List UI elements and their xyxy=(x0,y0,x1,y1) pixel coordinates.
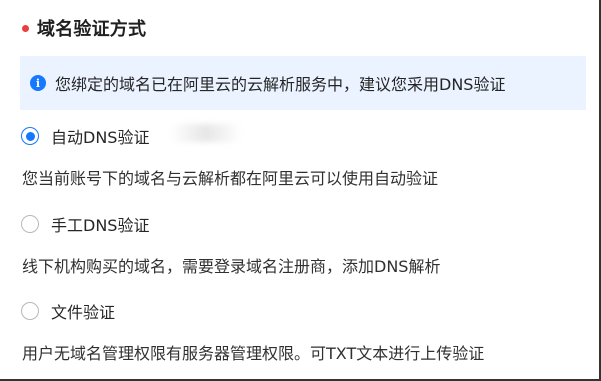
required-marker-icon xyxy=(22,24,29,32)
option-label-manual-dns[interactable]: 手工DNS验证 xyxy=(51,212,149,236)
domain-verification-panel: 域名验证方式 i 您绑定的域名已在阿里云的云解析服务中，建议您采用DNS验证 自… xyxy=(0,0,601,381)
radio-button-auto-dns[interactable] xyxy=(21,127,39,145)
radio-option-file[interactable]: 文件验证 xyxy=(21,296,115,326)
radio-button-file[interactable] xyxy=(21,302,39,320)
radio-button-manual-dns[interactable] xyxy=(21,215,39,233)
radio-option-manual-dns[interactable]: 手工DNS验证 xyxy=(21,209,149,239)
notice-text: 您绑定的域名已在阿里云的云解析服务中，建议您采用DNS验证 xyxy=(55,75,506,94)
option-description-manual-dns: 线下机构购买的域名，需要登录域名注册商，添加DNS解析 xyxy=(22,257,441,276)
info-icon: i xyxy=(30,75,46,91)
option-label-auto-dns[interactable]: 自动DNS验证 xyxy=(51,124,149,148)
option-description-auto-dns: 您当前账号下的域名与云解析都在阿里云可以使用自动验证 xyxy=(22,169,439,188)
option-label-file[interactable]: 文件验证 xyxy=(51,299,115,323)
section-header: 域名验证方式 xyxy=(22,14,146,42)
blur-artifact xyxy=(170,124,242,142)
section-title: 域名验证方式 xyxy=(37,19,147,40)
info-notice: i 您绑定的域名已在阿里云的云解析服务中，建议您采用DNS验证 xyxy=(20,56,586,110)
option-description-file: 用户无域名管理权限有服务器管理权限。可TXT文本进行上传验证 xyxy=(22,344,485,363)
radio-option-auto-dns[interactable]: 自动DNS验证 xyxy=(21,121,149,151)
